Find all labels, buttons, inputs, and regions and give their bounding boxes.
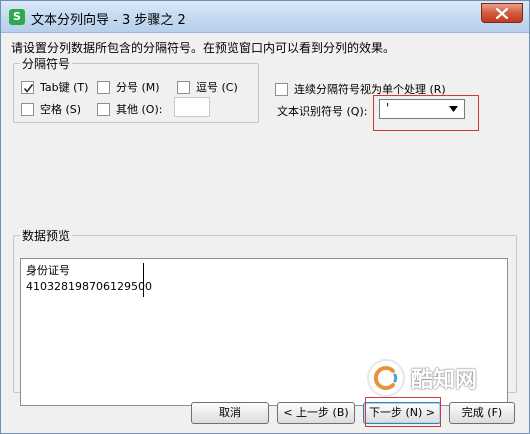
checkmark-icon xyxy=(23,83,34,93)
semicolon-label: 分号 (M) xyxy=(116,81,160,94)
tab-label: Tab键 (T) xyxy=(40,81,89,94)
space-checkbox-row[interactable]: 空格 (S) xyxy=(21,101,81,117)
text-qualifier-label: 文本识别符号 (Q): xyxy=(277,105,368,118)
other-delimiter-input[interactable] xyxy=(174,97,210,117)
title-bar[interactable]: S 文本分列向导 - 3 步骤之 2 xyxy=(1,1,529,33)
back-button[interactable]: < 上一步 (B) xyxy=(277,402,355,424)
watermark-text: 酷知网 xyxy=(411,368,478,393)
comma-checkbox-row[interactable]: 逗号 (C) xyxy=(177,79,238,95)
watermark: 酷知网 xyxy=(367,353,517,403)
window-title: 文本分列向导 - 3 步骤之 2 xyxy=(31,13,186,28)
finish-button[interactable]: 完成 (F) xyxy=(449,402,515,424)
highlight-box-qualifier xyxy=(373,95,479,131)
space-label: 空格 (S) xyxy=(40,103,82,116)
comma-checkbox[interactable] xyxy=(177,80,190,94)
data-preview-legend: 数据预览 xyxy=(22,229,71,243)
other-label: 其他 (O): xyxy=(116,103,163,116)
watermark-logo-icon xyxy=(367,359,405,397)
preview-cell: 410328198706129500 xyxy=(26,280,152,293)
semicolon-checkbox[interactable] xyxy=(97,80,110,94)
preview-column[interactable]: 身份证号 410328198706129500 xyxy=(24,263,152,297)
preview-cell: 身份证号 xyxy=(26,264,70,277)
cancel-button[interactable]: 取消 xyxy=(191,402,269,424)
consecutive-checkbox[interactable] xyxy=(275,82,288,96)
button-bar: 取消 < 上一步 (B) 下一步 (N) > 完成 (F) xyxy=(9,401,523,429)
tab-checkbox-row[interactable]: Tab键 (T) xyxy=(21,79,88,95)
close-icon xyxy=(496,8,508,19)
semicolon-checkbox-row[interactable]: 分号 (M) xyxy=(97,79,160,95)
app-icon: S xyxy=(9,9,25,25)
text-split-wizard-dialog: S 文本分列向导 - 3 步骤之 2 请设置分列数据所包含的分隔符号。在预览窗口… xyxy=(0,0,530,434)
comma-label: 逗号 (C) xyxy=(196,81,238,94)
close-button[interactable] xyxy=(481,3,523,23)
space-checkbox[interactable] xyxy=(21,102,34,116)
instruction-text: 请设置分列数据所包含的分隔符号。在预览窗口内可以看到分列的效果。 xyxy=(11,41,396,55)
other-checkbox[interactable] xyxy=(97,102,110,116)
other-checkbox-row[interactable]: 其他 (O): xyxy=(97,101,162,117)
tab-checkbox[interactable] xyxy=(21,80,34,94)
delimiters-legend: 分隔符号 xyxy=(22,57,71,71)
